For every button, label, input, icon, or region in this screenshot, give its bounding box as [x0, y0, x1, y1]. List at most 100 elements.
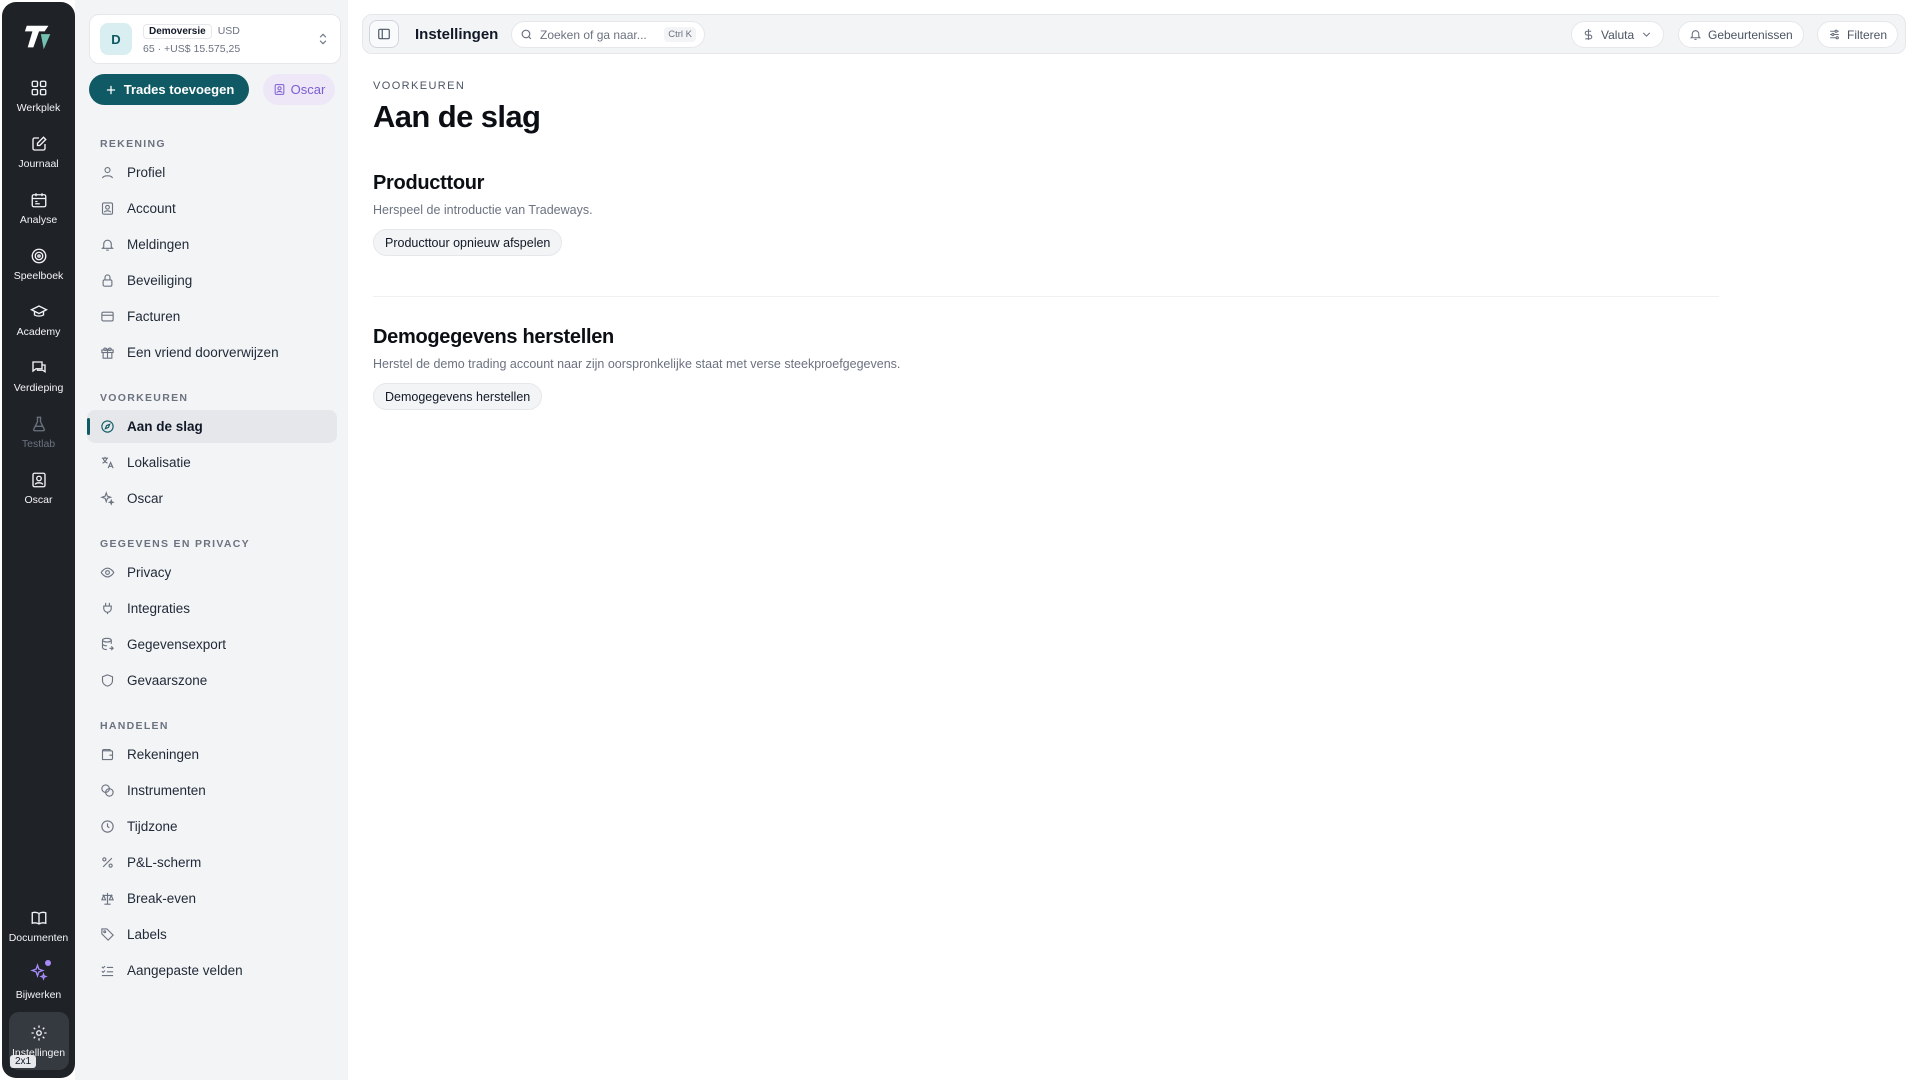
events-button[interactable]: Gebeurtenissen — [1678, 21, 1804, 48]
chat-icon — [31, 360, 46, 373]
notification-dot — [44, 960, 51, 966]
search-input[interactable]: Zoeken of ga naar... Ctrl K — [511, 21, 705, 48]
add-trades-button[interactable]: Trades toevoegen — [89, 74, 249, 105]
nav-item-label: Break-even — [127, 891, 197, 906]
sidebar-icon — [378, 28, 390, 40]
book-icon — [31, 911, 46, 925]
nav-item-label: Account — [127, 201, 176, 216]
nav-item-tijdzone[interactable]: Tijdzone — [87, 810, 337, 843]
credit-card-icon — [101, 311, 114, 322]
nav-item-label: Labels — [127, 927, 167, 942]
product-tour-section: Producttour Herspeel de introductie van … — [373, 172, 593, 256]
nav-item-oscar[interactable]: Oscar — [87, 482, 337, 515]
account-switcher[interactable]: D Demoversie USD 65 · +US$ 15.575,25 — [89, 14, 341, 64]
demo-reset-title: Demogegevens herstellen — [373, 326, 614, 348]
sparkle-icon — [100, 491, 115, 506]
rail-label: Analyse — [19, 213, 58, 226]
sparkle-badge — [29, 960, 51, 989]
database-export-icon — [101, 637, 114, 651]
nav-item-label: Gegevensexport — [127, 637, 227, 652]
nav-item-account[interactable]: Account — [87, 192, 337, 225]
grid-icon — [31, 80, 46, 95]
reset-demo-button[interactable]: Demogegevens herstellen — [373, 383, 543, 410]
rail-label: Speelboek — [13, 269, 64, 282]
search-placeholder: Zoeken of ga naar... — [540, 27, 647, 42]
nav-item-gegevensexport[interactable]: Gegevensexport — [87, 628, 337, 661]
nav-item-aan-de-slag[interactable]: Aan de slag — [87, 410, 337, 443]
nav-item-label: Aan de slag — [127, 419, 203, 434]
filter-label: Filteren — [1847, 27, 1888, 42]
flask-icon — [32, 416, 45, 431]
app-rail: Werkplek Journaal Analyse Speelboek Acad… — [2, 2, 75, 1078]
rail-label: Testlab — [21, 437, 56, 450]
product-tour-description: Herspeel de introductie van Tradeways. — [373, 203, 593, 217]
plus-icon — [106, 85, 115, 94]
nav-item-referral[interactable]: Een vriend doorverwijzen — [87, 336, 337, 369]
rail-label: Oscar — [24, 493, 53, 506]
settings-nav: REKENING Profiel Account Meldingen Bevei… — [87, 128, 337, 990]
rail-item-oscar[interactable]: Oscar — [7, 462, 71, 514]
replay-tour-button[interactable]: Producttour opnieuw afspelen — [373, 229, 563, 256]
currency-dropdown[interactable]: Valuta — [1571, 21, 1665, 48]
main-content: VOORKEUREN Aan de slag Producttour Hersp… — [373, 80, 1723, 410]
calendar-icon — [31, 192, 46, 207]
sidebar-toggle-button[interactable] — [369, 20, 399, 48]
nav-item-integraties[interactable]: Integraties — [87, 592, 337, 625]
account-currency: USD — [217, 25, 240, 37]
rail-item-analyse[interactable]: Analyse — [7, 182, 71, 234]
account-summary: 65 · +US$ 15.575,25 — [143, 42, 241, 55]
rail-item-academy[interactable]: Academy — [7, 294, 71, 346]
nav-item-facturen[interactable]: Facturen — [87, 300, 337, 333]
sliders-icon — [1830, 29, 1839, 40]
nav-item-profiel[interactable]: Profiel — [87, 156, 337, 189]
logo-icon — [24, 25, 50, 50]
nav-section-title: REKENING — [100, 138, 166, 150]
rail-item-journaal[interactable]: Journaal — [7, 126, 71, 178]
nav-item-privacy[interactable]: Privacy — [87, 556, 337, 589]
rail-item-testlab[interactable]: Testlab — [7, 406, 71, 458]
eye-icon — [100, 567, 115, 578]
nav-item-beveiliging[interactable]: Beveiliging — [87, 264, 337, 297]
demo-reset-section: Demogegevens herstellen Herstel de demo … — [373, 326, 900, 410]
main-title: Aan de slag — [373, 99, 541, 134]
nav-item-label: Privacy — [127, 565, 172, 580]
clock-icon — [101, 820, 114, 833]
rail-item-documenten[interactable]: Documenten — [7, 900, 71, 952]
nav-item-pl-scherm[interactable]: P&L-scherm — [87, 846, 337, 879]
oscar-button[interactable]: Oscar — [263, 74, 335, 105]
translate-icon — [101, 456, 114, 469]
app-logo[interactable] — [22, 20, 56, 54]
nav-item-labels[interactable]: Labels — [87, 918, 337, 951]
chevron-down-icon — [1643, 32, 1651, 37]
contact-icon — [101, 202, 114, 215]
page-title: Instellingen — [415, 26, 499, 43]
rail-item-speelboek[interactable]: Speelboek — [7, 238, 71, 290]
filter-button[interactable]: Filteren — [1817, 21, 1899, 48]
nav-item-instrumenten[interactable]: Instrumenten — [87, 774, 337, 807]
account-avatar: D — [100, 23, 132, 55]
currency-label: Valuta — [1601, 27, 1635, 42]
oscar-label: Oscar — [290, 82, 326, 97]
checklist-icon — [101, 965, 114, 977]
rail-item-bijwerken[interactable]: Bijwerken — [7, 956, 71, 1008]
nav-item-lokalisatie[interactable]: Lokalisatie — [87, 446, 337, 479]
nav-item-meldingen[interactable]: Meldingen — [87, 228, 337, 261]
nav-item-label: Profiel — [127, 165, 166, 180]
nav-item-gevaarszone[interactable]: Gevaarszone — [87, 664, 337, 697]
coins-icon — [101, 784, 114, 797]
bell-icon — [101, 239, 114, 251]
size-badge: 2x1 — [10, 1055, 37, 1068]
rail-label: Verdieping — [13, 381, 64, 394]
nav-item-break-even[interactable]: Break-even — [87, 882, 337, 915]
nav-item-rekeningen[interactable]: Rekeningen — [87, 738, 337, 771]
nav-item-label: Meldingen — [127, 237, 190, 252]
rail-bottom: Documenten Bijwerken Instellingen — [7, 900, 71, 1070]
rail-item-verdieping[interactable]: Verdieping — [7, 350, 71, 402]
nav-item-label: Een vriend doorverwijzen — [127, 345, 279, 360]
rail-item-werkplek[interactable]: Werkplek — [7, 70, 71, 122]
percent-icon — [102, 857, 113, 868]
nav-item-aangepaste-velden[interactable]: Aangepaste velden — [87, 954, 337, 987]
contact-icon — [31, 472, 46, 487]
contact-icon — [274, 84, 284, 95]
dollar-icon — [1584, 29, 1593, 40]
